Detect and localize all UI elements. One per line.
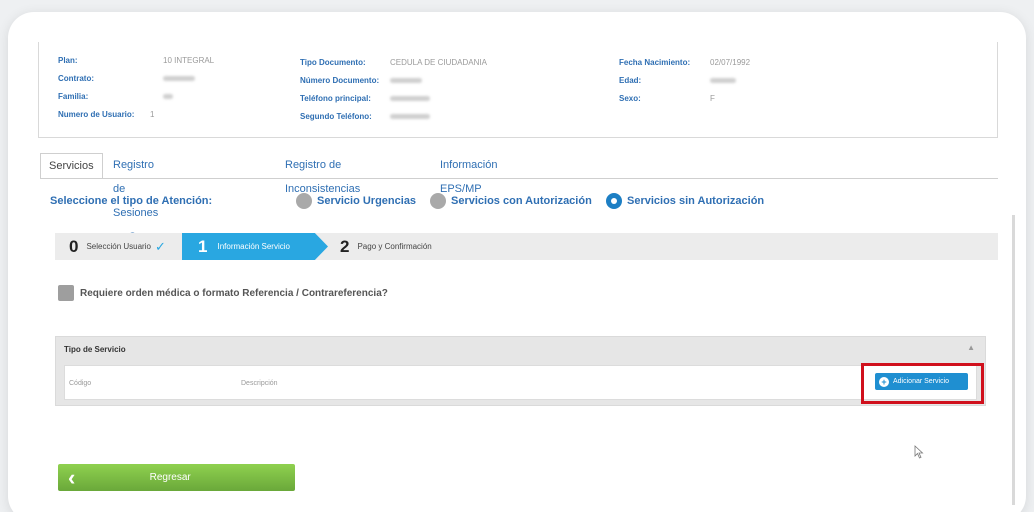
user-number-value: 1 xyxy=(150,110,155,119)
phone-label: Teléfono principal: xyxy=(300,94,371,103)
contract-value-redacted xyxy=(163,76,195,81)
step-2-label: Pago y Confirmación xyxy=(357,242,432,251)
doc-type-label: Tipo Documento: xyxy=(300,58,366,67)
sex-label: Sexo: xyxy=(619,94,641,103)
checkmark-icon: ✓ xyxy=(154,238,166,254)
radio-sin-autorizacion[interactable]: Servicios sin Autorización xyxy=(606,193,764,209)
sex-value: F xyxy=(710,94,715,103)
second-phone-label: Segundo Teléfono: xyxy=(300,112,372,121)
service-panel-title: Tipo de Servicio xyxy=(64,345,126,354)
tab-sesiones[interactable]: Registro de Sesiones en Curso xyxy=(105,153,166,243)
step-0: 0 Selección Usuario ✓ xyxy=(69,233,166,260)
step-2: 2 Pago y Confirmación xyxy=(340,233,432,260)
requirement-label: Requiere orden médica o formato Referenc… xyxy=(80,287,388,299)
radio-con-autorizacion-label: Servicios con Autorización xyxy=(451,195,592,207)
column-header-descripcion: Descripción xyxy=(241,380,278,387)
tab-servicios[interactable]: Servicios xyxy=(40,153,103,179)
collapse-icon[interactable]: ▲ xyxy=(967,343,975,352)
tab-divider xyxy=(40,178,998,179)
radio-urgencias-label: Servicio Urgencias xyxy=(317,195,417,207)
step-1-label: Información Servicio xyxy=(217,242,290,251)
birth-date-value: 02/07/1992 xyxy=(710,58,751,67)
service-type-panel: Tipo de Servicio ▲ Código Descripción xyxy=(55,336,986,406)
doc-number-value-redacted xyxy=(390,78,422,83)
step-1-number: 1 xyxy=(198,236,208,256)
attention-title: Seleccione el tipo de Atención: xyxy=(50,195,213,207)
radio-sin-autorizacion-label: Servicios sin Autorización xyxy=(627,195,765,207)
second-phone-value-redacted xyxy=(390,114,430,119)
back-button[interactable]: ‹ Regresar xyxy=(58,464,295,491)
age-value-redacted xyxy=(710,78,736,83)
age-label: Edad: xyxy=(619,76,642,85)
mouse-cursor-icon xyxy=(914,445,924,459)
step-0-number: 0 xyxy=(69,236,79,256)
highlight-box xyxy=(861,363,984,404)
scrollbar[interactable] xyxy=(1012,215,1015,505)
family-label: Familia: xyxy=(58,92,89,101)
step-1-active: 1 Información Servicio xyxy=(182,233,328,260)
plan-label: Plan: xyxy=(58,56,78,65)
radio-urgencias[interactable]: Servicio Urgencias xyxy=(296,193,416,209)
plan-value: 10 INTEGRAL xyxy=(163,56,215,65)
radio-unselected-icon xyxy=(296,193,312,209)
step-2-number: 2 xyxy=(340,236,350,256)
step-0-label: Selección Usuario xyxy=(86,242,151,251)
radio-con-autorizacion[interactable]: Servicios con Autorización xyxy=(430,193,592,209)
tab-eps-mp[interactable]: Información EPS/MP xyxy=(432,153,505,195)
family-value-redacted xyxy=(163,94,173,99)
contract-label: Contrato: xyxy=(58,74,94,83)
requirement-checkbox-row[interactable]: Requiere orden médica o formato Referenc… xyxy=(58,285,388,301)
phone-value-redacted xyxy=(390,96,430,101)
radio-selected-icon xyxy=(606,193,622,209)
user-number-label: Numero de Usuario: xyxy=(58,110,135,119)
radio-unselected-icon xyxy=(430,193,446,209)
chevron-left-icon: ‹ xyxy=(68,464,76,490)
doc-number-label: Número Documento: xyxy=(300,76,380,85)
column-header-codigo: Código xyxy=(69,380,92,387)
back-button-label: Regresar xyxy=(149,472,191,483)
service-table: Código Descripción xyxy=(64,365,977,400)
requirement-checkbox[interactable] xyxy=(58,285,74,301)
birth-date-label: Fecha Nacimiento: xyxy=(619,58,691,67)
doc-type-value: CEDULA DE CIUDADANIA xyxy=(390,58,487,67)
tab-inconsistencias[interactable]: Registro de Inconsistencias xyxy=(277,153,368,195)
